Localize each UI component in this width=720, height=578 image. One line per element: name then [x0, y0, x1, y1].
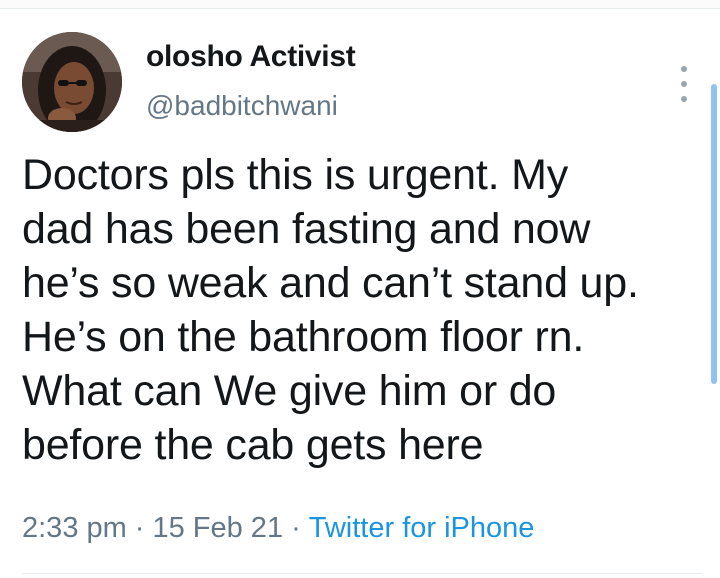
separator: · — [291, 512, 301, 544]
vertical-ellipsis-icon — [681, 66, 687, 72]
author-display-name[interactable]: olosho Activist — [146, 40, 356, 74]
tweet-date: 15 Feb 21 — [152, 512, 284, 544]
tweet-text-line: He’s on the bathroom floor rn. — [22, 313, 585, 361]
tweet-text-line: dad has been fasting and now — [22, 205, 591, 253]
tweet-text: Doctors pls this is urgent. My dad has b… — [22, 148, 702, 472]
tweet-text-line: What can We give him or do — [22, 367, 557, 415]
scroll-indicator[interactable] — [711, 84, 717, 384]
tweet-time: 2:33 pm — [22, 512, 127, 544]
avatar[interactable] — [22, 32, 122, 132]
tweet-metadata: 2:33 pm · 15 Feb 21 · Twitter for iPhone — [22, 512, 534, 545]
profile-photo-icon — [22, 32, 122, 132]
bottom-divider — [22, 573, 702, 574]
separator: · — [134, 512, 145, 544]
vertical-ellipsis-icon — [681, 96, 687, 102]
vertical-ellipsis-icon — [681, 81, 687, 87]
tweet-text-line: before the cab gets here — [22, 421, 484, 469]
top-divider — [0, 0, 720, 9]
author-handle[interactable]: @badbitchwani — [146, 90, 338, 122]
tweet-text-line: he’s so weak and can’t stand up. — [22, 259, 639, 307]
tweet-source-link[interactable]: Twitter for iPhone — [309, 512, 535, 544]
tweet-text-line: Doctors pls this is urgent. My — [22, 151, 569, 199]
more-options-button[interactable] — [670, 66, 698, 102]
